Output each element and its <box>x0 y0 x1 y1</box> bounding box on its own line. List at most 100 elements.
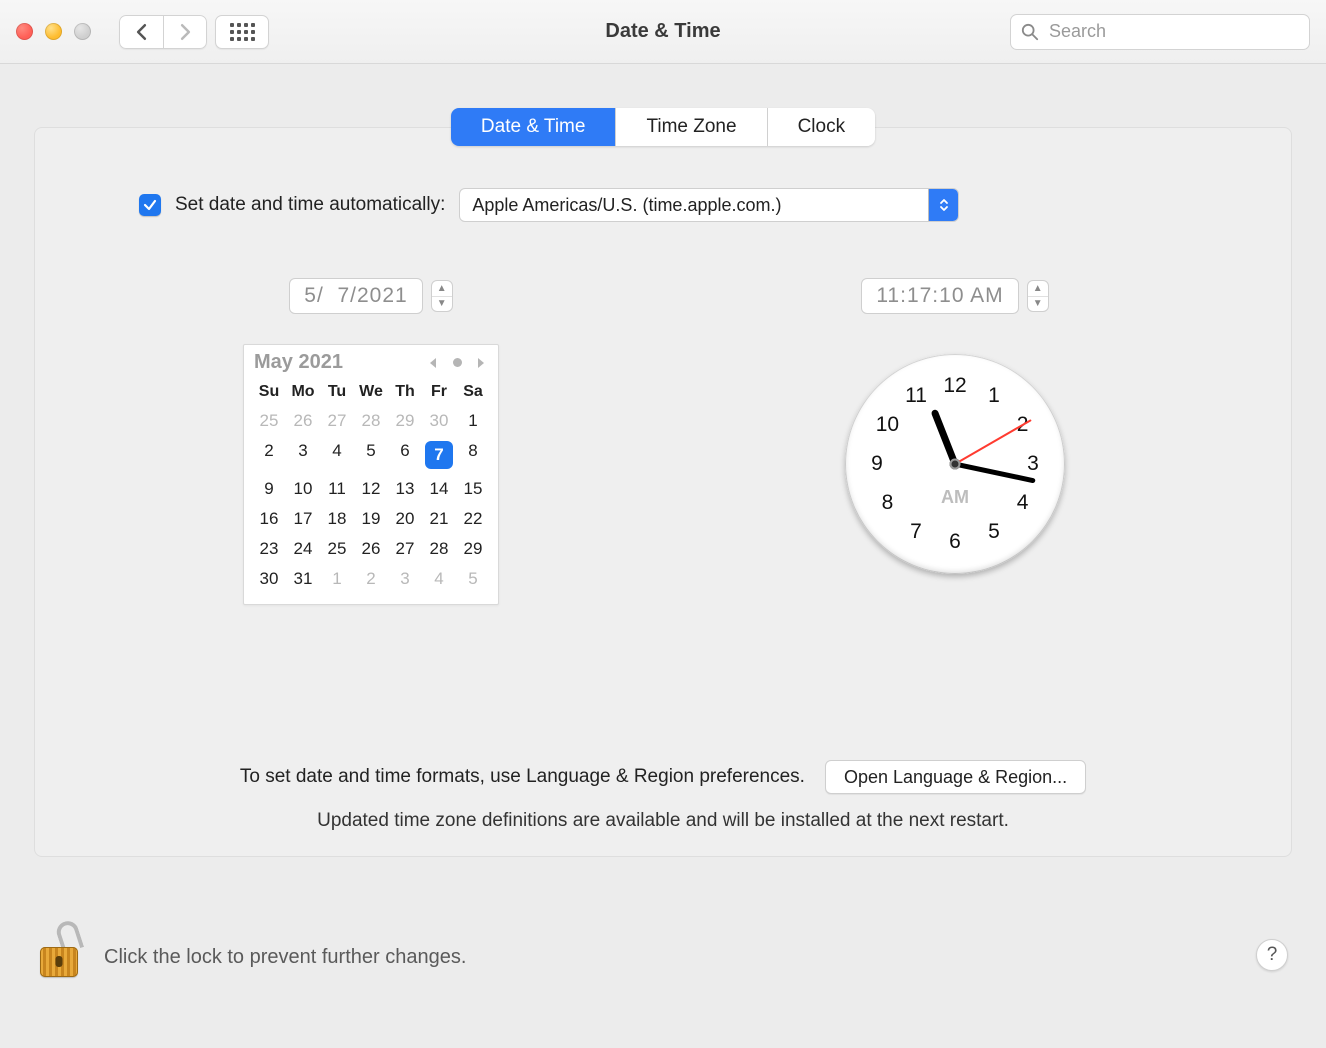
calendar-day[interactable]: 3 <box>286 436 320 474</box>
calendar-day[interactable]: 13 <box>388 474 422 504</box>
help-button[interactable]: ? <box>1256 939 1288 971</box>
forward-button[interactable] <box>163 15 207 49</box>
calendar-dow: We <box>354 378 388 406</box>
tab-time-zone[interactable]: Time Zone <box>616 108 767 146</box>
calendar-day[interactable]: 11 <box>320 474 354 504</box>
calendar-day[interactable]: 27 <box>388 534 422 564</box>
tz-update-note: Updated time zone definitions are availa… <box>317 810 1009 832</box>
calendar-day[interactable]: 30 <box>252 564 286 594</box>
stepper-up-icon: ▲ <box>432 281 452 297</box>
calendar-day[interactable]: 9 <box>252 474 286 504</box>
calendar-day[interactable]: 19 <box>354 504 388 534</box>
up-down-chevrons-icon <box>938 197 950 213</box>
calendar-day[interactable]: 2 <box>252 436 286 474</box>
time-stepper[interactable]: ▲ ▼ <box>1027 280 1049 312</box>
date-time-panel: Set date and time automatically: Apple A… <box>34 127 1292 857</box>
set-automatically-checkbox[interactable] <box>139 194 161 216</box>
calendar-day[interactable]: 1 <box>320 564 354 594</box>
calendar-day[interactable]: 23 <box>252 534 286 564</box>
clock-center-pin <box>950 459 961 470</box>
calendar-day[interactable]: 7 <box>422 436 456 474</box>
calendar-day[interactable]: 22 <box>456 504 490 534</box>
calendar-prev-button[interactable] <box>426 356 440 370</box>
calendar-day[interactable]: 28 <box>354 406 388 436</box>
show-all-button[interactable] <box>215 15 269 49</box>
calendar-nav <box>426 356 488 370</box>
clock-number: 4 <box>1010 491 1036 515</box>
minimize-window-button[interactable] <box>45 23 62 40</box>
time-field[interactable]: 11:17:10 AM <box>861 278 1018 314</box>
calendar-day[interactable]: 5 <box>456 564 490 594</box>
chevron-left-icon <box>428 357 438 369</box>
calendar-day[interactable]: 20 <box>388 504 422 534</box>
calendar-day[interactable]: 27 <box>320 406 354 436</box>
open-language-region-button[interactable]: Open Language & Region... <box>825 760 1086 794</box>
stepper-down-icon: ▼ <box>432 297 452 312</box>
calendar-day[interactable]: 16 <box>252 504 286 534</box>
date-field[interactable]: 5/ 7/2021 <box>289 278 422 314</box>
calendar-day[interactable]: 26 <box>286 406 320 436</box>
clock-number: 10 <box>874 413 900 437</box>
lock-button[interactable] <box>38 923 80 977</box>
zoom-window-button[interactable] <box>74 23 91 40</box>
time-server-dropdown-button[interactable] <box>928 189 958 221</box>
tab-bar: Date & TimeTime ZoneClock <box>451 108 875 146</box>
calendar-day[interactable]: 25 <box>252 406 286 436</box>
clock-number: 11 <box>903 384 929 408</box>
calendar-today-button[interactable] <box>450 356 464 370</box>
calendar-day[interactable]: 15 <box>456 474 490 504</box>
calendar-day[interactable]: 17 <box>286 504 320 534</box>
time-server-combobox[interactable]: Apple Americas/U.S. (time.apple.com.) <box>459 188 959 222</box>
clock-number: 3 <box>1020 452 1046 476</box>
calendar[interactable]: May 2021 SuMoTuWeThFrSa25262728293012345… <box>243 344 499 605</box>
calendar-dow: Mo <box>286 378 320 406</box>
calendar-day[interactable]: 12 <box>354 474 388 504</box>
calendar-day[interactable]: 30 <box>422 406 456 436</box>
calendar-day[interactable]: 26 <box>354 534 388 564</box>
calendar-day[interactable]: 29 <box>456 534 490 564</box>
set-automatically-label: Set date and time automatically: <box>175 194 445 216</box>
calendar-day[interactable]: 29 <box>388 406 422 436</box>
lock-hint-label: Click the lock to prevent further change… <box>104 946 466 969</box>
calendar-day[interactable]: 24 <box>286 534 320 564</box>
time-server-value: Apple Americas/U.S. (time.apple.com.) <box>472 195 781 216</box>
back-button[interactable] <box>119 15 163 49</box>
calendar-day[interactable]: 21 <box>422 504 456 534</box>
clock-number: 8 <box>874 491 900 515</box>
calendar-day[interactable]: 25 <box>320 534 354 564</box>
date-stepper[interactable]: ▲ ▼ <box>431 280 453 312</box>
calendar-day[interactable]: 4 <box>422 564 456 594</box>
close-window-button[interactable] <box>16 23 33 40</box>
calendar-dow: Tu <box>320 378 354 406</box>
circle-icon <box>453 358 462 367</box>
search-field[interactable] <box>1010 14 1310 50</box>
clock-number: 5 <box>981 520 1007 544</box>
clock-ampm-label: AM <box>941 487 969 508</box>
window-controls <box>16 23 91 40</box>
calendar-day[interactable]: 3 <box>388 564 422 594</box>
calendar-day[interactable]: 18 <box>320 504 354 534</box>
calendar-day[interactable]: 14 <box>422 474 456 504</box>
calendar-dow: Th <box>388 378 422 406</box>
calendar-day[interactable]: 28 <box>422 534 456 564</box>
calendar-day[interactable]: 8 <box>456 436 490 474</box>
toolbar <box>119 15 269 49</box>
check-icon <box>143 198 157 212</box>
calendar-day[interactable]: 31 <box>286 564 320 594</box>
stepper-up-icon: ▲ <box>1028 281 1048 297</box>
calendar-month-label: May 2021 <box>254 351 343 374</box>
calendar-day[interactable]: 6 <box>388 436 422 474</box>
tab-clock[interactable]: Clock <box>768 108 876 146</box>
calendar-day[interactable]: 10 <box>286 474 320 504</box>
titlebar: Date & Time <box>0 0 1326 64</box>
calendar-day[interactable]: 1 <box>456 406 490 436</box>
calendar-day[interactable]: 2 <box>354 564 388 594</box>
clock-number: 1 <box>981 384 1007 408</box>
clock-number: 12 <box>942 374 968 398</box>
clock-number: 6 <box>942 530 968 554</box>
calendar-next-button[interactable] <box>474 356 488 370</box>
search-input[interactable] <box>1047 20 1299 43</box>
calendar-day[interactable]: 4 <box>320 436 354 474</box>
calendar-day[interactable]: 5 <box>354 436 388 474</box>
tab-date-time[interactable]: Date & Time <box>451 108 617 146</box>
